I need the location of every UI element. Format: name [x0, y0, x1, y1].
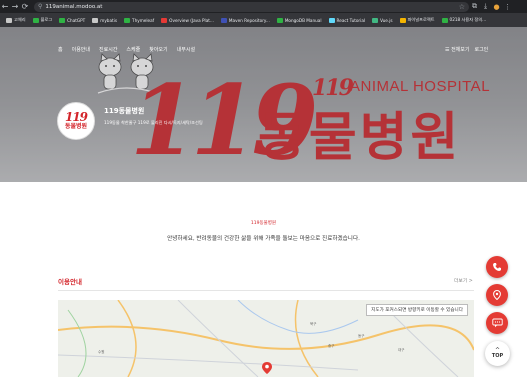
profile-icon[interactable]: ● — [491, 3, 502, 11]
scroll-top-button[interactable]: ^ TOP — [485, 341, 510, 366]
bookmark-item[interactable]: 고체리 — [6, 17, 26, 23]
main-nav: 홈 이용안내 진료시간 스케줄 찾아오기 내부시설 — [58, 46, 195, 53]
bookmark-label: 고체리 — [14, 17, 26, 22]
back-icon[interactable]: ← — [0, 0, 10, 13]
browser-toolbar: ← → ⟳ ⚲ 119animal.modoo.at ☆ ⧉ ⤓ ● ⋮ — [0, 0, 527, 13]
bookmark-label: 블로그 — [40, 17, 53, 22]
map-keyboard-hint: 지도가 포커스되면 방향키로 이동할 수 있습니다 — [366, 304, 468, 316]
bookmark-favicon-icon — [276, 17, 283, 23]
bookmark-item[interactable]: 블로그 — [32, 17, 53, 23]
hospital-description: 119동물 착한줄구 119로 불리진 다시/독지/세탁/조선팅 — [104, 120, 203, 125]
bookmark-favicon-icon — [372, 17, 379, 23]
bookmark-item[interactable]: ChatGPT — [59, 17, 86, 23]
nav-item-schedule[interactable]: 스케줄 — [126, 46, 140, 53]
map-view[interactable]: 수원 북구 동구 중구 대구 지도가 포커스되면 방향키로 이동할 수 있습니다 — [58, 300, 474, 377]
forward-icon[interactable]: → — [10, 0, 20, 13]
bookmark-star-icon[interactable]: ☆ — [459, 3, 465, 11]
url-text: 119animal.modoo.at — [45, 3, 103, 10]
bookmark-favicon-icon — [220, 17, 227, 23]
top-right-links: ☰ 전체보기 로그인 — [445, 46, 488, 53]
bookmark-item[interactable]: 0218 사용자 정의... — [441, 17, 487, 23]
main-content: 119동물병원 안녕하세요, 반려동물의 건강한 삶을 위해 가족을 돌보는 마… — [0, 182, 527, 377]
bookmark-item[interactable]: Overview (Java Plat... — [161, 17, 214, 23]
location-button[interactable] — [486, 284, 508, 306]
phone-icon — [493, 263, 501, 271]
bookmark-favicon-icon — [399, 17, 406, 23]
bookmark-favicon-icon — [161, 17, 168, 23]
reload-icon[interactable]: ⟳ — [20, 0, 30, 13]
call-button[interactable] — [486, 256, 508, 278]
hero-banner: 119 119 ANIMAL HOSPITAL 동물병원 홈 이용안내 진료시간… — [0, 27, 527, 182]
bookmark-label: mybatis — [100, 17, 118, 23]
intro-text: 안녕하세요, 반려동물의 건강한 삶을 위해 가족을 돌보는 마음으로 진료하겠… — [167, 236, 360, 242]
logo-number: 119 — [64, 110, 88, 124]
nav-item-guide[interactable]: 이용안내 — [72, 46, 90, 53]
bookmark-label: Vue.js — [380, 17, 393, 23]
map-label: 대구 — [398, 348, 405, 352]
view-all-link[interactable]: ☰ 전체보기 — [445, 46, 469, 53]
bookmark-label: Thymeleaf — [132, 17, 155, 23]
bookmark-item[interactable]: Maven Repository... — [220, 17, 270, 23]
bookmark-label: ChatGPT — [67, 17, 86, 23]
map-label: 중구 — [328, 344, 335, 348]
map-pin-icon[interactable] — [262, 362, 272, 374]
hospital-name: 119동물병원 — [104, 107, 145, 115]
map-label: 동구 — [358, 334, 365, 338]
bookmark-favicon-icon — [441, 17, 448, 23]
address-bar[interactable]: ⚲ 119animal.modoo.at ☆ — [34, 1, 469, 12]
chat-icon — [491, 318, 503, 328]
location-pin-icon — [493, 290, 501, 300]
hospital-logo[interactable]: 119 동물병원 — [57, 102, 95, 140]
bookmark-item[interactable]: Thymeleaf — [124, 17, 155, 23]
nav-item-facilities[interactable]: 내부시설 — [177, 46, 195, 53]
bookmark-favicon-icon — [92, 17, 99, 23]
bookmark-favicon-icon — [328, 17, 335, 23]
site-info-icon[interactable]: ⚲ — [38, 3, 42, 10]
bookmark-item[interactable]: React Tutorial — [328, 17, 366, 23]
bookmark-label: 파이널프로젝트 — [407, 17, 435, 22]
intro-tag: 119동물병원 — [250, 221, 277, 226]
bookmark-favicon-icon — [124, 17, 131, 23]
chat-button[interactable] — [486, 312, 508, 334]
bookmark-item[interactable]: mybatis — [92, 17, 118, 23]
section-more-link[interactable]: 더보기 > — [454, 277, 473, 284]
bookmark-favicon-icon — [59, 17, 66, 23]
map-label: 북구 — [310, 322, 317, 326]
bookmark-label: 0218 사용자 정의... — [449, 17, 487, 22]
menu-icon[interactable]: ⋮ — [502, 3, 513, 11]
bookmark-item[interactable]: Vue.js — [372, 17, 393, 23]
bookmark-label: Overview (Java Plat... — [169, 17, 214, 23]
login-link[interactable]: 로그인 — [474, 46, 488, 53]
extensions-icon[interactable]: ⧉ — [469, 2, 480, 11]
bookmark-label: Maven Repository... — [228, 17, 270, 23]
bookmark-label: React Tutorial — [336, 17, 366, 23]
bookmark-item[interactable]: 파이널프로젝트 — [399, 17, 435, 23]
bookmark-favicon-icon — [32, 17, 39, 23]
scroll-top-label: TOP — [491, 353, 504, 359]
bookmark-item[interactable]: MongoDB Manual — [276, 17, 322, 23]
download-icon[interactable]: ⤓ — [480, 2, 491, 11]
section-title: 이용안내 — [58, 278, 82, 286]
logo-text: 동물병원 — [64, 123, 88, 130]
bookmark-favicon-icon — [6, 17, 12, 23]
nav-item-home[interactable]: 홈 — [58, 46, 63, 53]
bookmark-label: MongoDB Manual — [284, 17, 322, 23]
bookmarks-bar: 고체리 블로그 ChatGPT mybatis Thymeleaf Overview (J… — [0, 13, 527, 27]
section-divider — [58, 290, 474, 291]
map-label: 수원 — [98, 350, 105, 354]
nav-item-directions[interactable]: 찾아오기 — [149, 46, 167, 53]
nav-item-hours[interactable]: 진료시간 — [99, 46, 117, 53]
